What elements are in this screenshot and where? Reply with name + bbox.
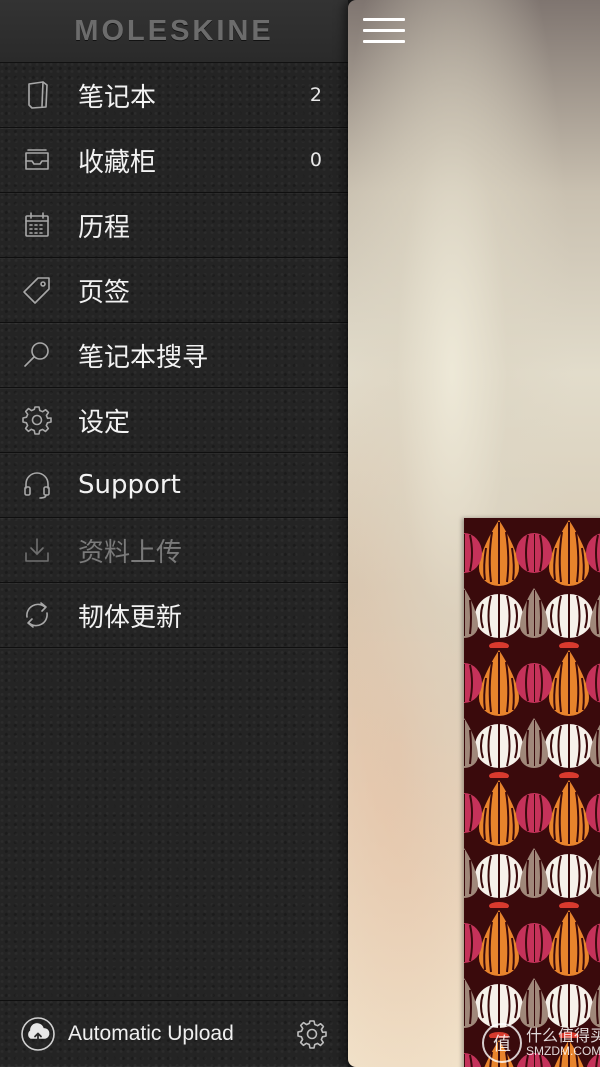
menu-item-label: 收藏柜 (78, 147, 157, 178)
menu-item-firmware-update[interactable]: 韧体更新 (0, 583, 348, 648)
download-icon (20, 533, 54, 567)
cabinet-count: 0 (309, 149, 322, 171)
menu-item-cabinet[interactable]: 收藏柜 0 (0, 128, 348, 193)
cloud-upload-icon[interactable] (20, 1016, 56, 1052)
menu-item-label: 历程 (78, 212, 131, 243)
menu-item-label: Support (78, 470, 181, 500)
watermark-title: 什么值得买 (525, 1027, 600, 1045)
hamburger-icon[interactable] (363, 18, 405, 46)
refresh-icon (20, 598, 54, 632)
menu-item-settings[interactable]: 设定 (0, 388, 348, 453)
headset-icon (20, 468, 54, 502)
menu-item-history[interactable]: 历程 (0, 193, 348, 258)
menu-item-support[interactable]: Support (0, 453, 348, 518)
calendar-icon (20, 208, 54, 242)
menu-item-label: 设定 (78, 407, 131, 438)
watermark-badge: 值 (481, 1023, 522, 1063)
menu-item-label: 韧体更新 (78, 602, 183, 633)
notebook-count: 2 (309, 84, 322, 106)
menu-item-label: 笔记本 (78, 82, 157, 113)
search-icon (20, 338, 54, 372)
notebook-cover-pattern (464, 518, 600, 1067)
notebook-cover[interactable] (464, 518, 600, 1067)
menu-item-label: 资料上传 (78, 537, 183, 568)
gear-icon (20, 403, 54, 437)
smzdm-watermark: 值 什么值得买 SMZDM.COM (481, 1023, 600, 1063)
drawer-menu: 笔记本 2 收藏柜 0 历程 页签 笔记本搜寻 设定 Support 资料上传 … (0, 63, 348, 648)
notebook-icon (20, 78, 54, 112)
menu-item-notebooks[interactable]: 笔记本 2 (0, 63, 348, 128)
automatic-upload-label: Automatic Upload (68, 1022, 234, 1045)
main-content-panel[interactable]: 值 什么值得买 SMZDM.COM (348, 0, 600, 1067)
menu-item-notebook-search[interactable]: 笔记本搜寻 (0, 323, 348, 388)
menu-item-tags[interactable]: 页签 (0, 258, 348, 323)
tag-icon (20, 273, 54, 307)
brand-logo: MOLESKINE (74, 14, 274, 47)
menu-item-label: 页签 (78, 277, 131, 308)
menu-item-data-upload: 资料上传 (0, 518, 348, 583)
menu-item-label: 笔记本搜寻 (78, 342, 209, 373)
automatic-upload-bar: Automatic Upload (0, 1000, 348, 1067)
navigation-drawer: MOLESKINE 笔记本 2 收藏柜 0 历程 页签 笔记本搜寻 设定 Sup… (0, 0, 348, 1067)
tray-icon (20, 143, 54, 177)
brand-header: MOLESKINE (0, 0, 348, 63)
upload-settings-gear-icon[interactable] (296, 1018, 328, 1050)
watermark-subtitle: SMZDM.COM (525, 1044, 600, 1059)
